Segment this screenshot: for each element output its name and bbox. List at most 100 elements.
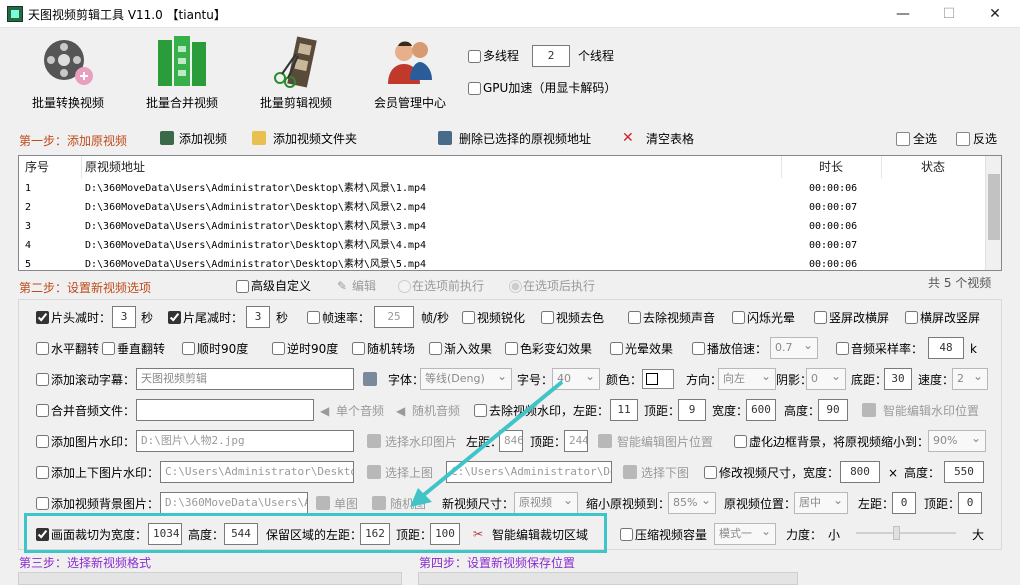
col-duration[interactable]: 时长: [819, 156, 843, 178]
speed2-select[interactable]: 2: [952, 368, 988, 390]
size-select[interactable]: 40: [552, 368, 600, 390]
single-img-button[interactable]: 单图: [334, 497, 358, 511]
color-effect-checkbox[interactable]: [505, 342, 518, 355]
rot90ccw-checkbox[interactable]: [272, 342, 285, 355]
tail-cut-input[interactable]: 3: [246, 306, 270, 328]
new-size-select[interactable]: 原视频: [514, 492, 578, 514]
select-all-button[interactable]: 全选: [913, 132, 937, 146]
mute-checkbox[interactable]: [628, 311, 641, 324]
merge-audio-checkbox[interactable]: [36, 404, 49, 417]
samplerate-input[interactable]: 48: [928, 337, 964, 359]
tail-cut-checkbox[interactable]: [168, 311, 181, 324]
shrink-select[interactable]: 85%: [668, 492, 716, 514]
bg-path-input[interactable]: D:\360MoveData\Users\Adm: [160, 492, 308, 514]
decolor-checkbox[interactable]: [541, 311, 554, 324]
tb-wm-checkbox[interactable]: [36, 466, 49, 479]
strength-slider[interactable]: [856, 526, 956, 540]
fps-input[interactable]: 25: [374, 306, 414, 328]
single-audio-button[interactable]: 单个音频: [336, 404, 384, 418]
table-row[interactable]: 5 D:\360MoveData\Users\Administrator\Desk…: [19, 255, 987, 270]
hflip-checkbox[interactable]: [36, 342, 49, 355]
wm-width-input[interactable]: 600: [746, 399, 776, 421]
shadow-select[interactable]: 0: [806, 368, 846, 390]
fps-checkbox[interactable]: [307, 311, 320, 324]
multithread-checkbox[interactable]: [468, 50, 481, 63]
table-row[interactable]: 1 D:\360MoveData\Users\Administrator\Desk…: [19, 179, 987, 198]
head-cut-checkbox[interactable]: [36, 311, 49, 324]
random-img-button[interactable]: 随机图: [390, 497, 426, 511]
green-blocks-icon[interactable]: [156, 34, 216, 90]
light-checkbox[interactable]: [610, 342, 623, 355]
delete-selected-button[interactable]: 删除已选择的原视频地址: [459, 132, 591, 146]
fade-checkbox[interactable]: [429, 342, 442, 355]
v2h-checkbox[interactable]: [814, 311, 827, 324]
img-path-input[interactable]: D:\图片\人物2.jpg: [136, 430, 354, 452]
img-wm-checkbox[interactable]: [36, 435, 49, 448]
gpu-checkbox[interactable]: [468, 82, 481, 95]
pos-left-input[interactable]: 0: [892, 492, 916, 514]
transition-checkbox[interactable]: [352, 342, 365, 355]
resize-height-input[interactable]: 550: [944, 461, 984, 483]
flash-checkbox[interactable]: [732, 311, 745, 324]
head-cut-input[interactable]: 3: [112, 306, 136, 328]
font-select[interactable]: 等线(Deng): [420, 368, 512, 390]
wm-height-input[interactable]: 90: [818, 399, 848, 421]
film-reel-icon[interactable]: [40, 34, 100, 90]
sharpen-checkbox[interactable]: [462, 311, 475, 324]
img-top-input[interactable]: 244: [564, 430, 588, 452]
scissors-film-icon[interactable]: [270, 34, 330, 90]
resize-checkbox[interactable]: [704, 466, 717, 479]
add-video-button[interactable]: 添加视频: [179, 132, 227, 146]
scroll-text-checkbox[interactable]: [36, 373, 49, 386]
advanced-checkbox[interactable]: [236, 280, 249, 293]
users-icon[interactable]: [384, 34, 444, 90]
compress-checkbox[interactable]: [620, 528, 633, 541]
table-row[interactable]: 2 D:\360MoveData\Users\Administrator\Desk…: [19, 198, 987, 217]
scrollbar-thumb[interactable]: [988, 174, 1000, 240]
after-radio[interactable]: [509, 280, 522, 293]
invert-button[interactable]: 反选: [973, 132, 997, 146]
h2v-checkbox[interactable]: [905, 311, 918, 324]
slider-thumb[interactable]: [893, 526, 901, 540]
remove-wm-checkbox[interactable]: [474, 404, 487, 417]
col-path[interactable]: 原视频地址: [85, 156, 145, 178]
top-img-input[interactable]: C:\Users\Administrator\Desktop\素: [160, 461, 354, 483]
video-list[interactable]: 序号 原视频地址 时长 状态 1 D:\360MoveData\Users\Adm…: [18, 155, 1002, 271]
table-row[interactable]: 3 D:\360MoveData\Users\Administrator\Desk…: [19, 217, 987, 236]
edit-button[interactable]: 编辑: [352, 279, 376, 293]
bottom-input[interactable]: 30: [884, 368, 912, 390]
pos-top-input[interactable]: 0: [958, 492, 982, 514]
speed-select[interactable]: 0.7: [770, 337, 818, 359]
maximize-button[interactable]: ☐: [926, 0, 972, 28]
wm-top-input[interactable]: 9: [678, 399, 706, 421]
audio-path-input[interactable]: [136, 399, 314, 421]
add-folder-button[interactable]: 添加视频文件夹: [273, 132, 357, 146]
col-status[interactable]: 状态: [921, 156, 945, 178]
thread-count-input[interactable]: 2: [532, 45, 570, 67]
choose-img-button[interactable]: 选择水印图片: [385, 435, 457, 449]
col-no[interactable]: 序号: [25, 156, 49, 178]
table-row[interactable]: 4 D:\360MoveData\Users\Administrator\Desk…: [19, 236, 987, 255]
bg-img-checkbox[interactable]: [36, 497, 49, 510]
random-audio-button[interactable]: 随机音频: [412, 404, 460, 418]
choose-bottom-button[interactable]: 选择下图: [641, 466, 689, 480]
position-select[interactable]: 居中: [794, 492, 848, 514]
scroll-text-input[interactable]: 天图视频剪辑: [136, 368, 354, 390]
blur-select[interactable]: 90%: [928, 430, 986, 452]
bottom-img-input[interactable]: C:\Users\Administrator\Desk: [446, 461, 612, 483]
blur-bg-checkbox[interactable]: [734, 435, 747, 448]
choose-top-button[interactable]: 选择上图: [385, 466, 433, 480]
vflip-checkbox[interactable]: [102, 342, 115, 355]
direction-select[interactable]: 向左: [718, 368, 776, 390]
minimize-button[interactable]: —: [880, 0, 926, 28]
list-scrollbar[interactable]: [985, 156, 1001, 270]
wm-left-input[interactable]: 11: [610, 399, 638, 421]
rot90cw-checkbox[interactable]: [182, 342, 195, 355]
speed-checkbox[interactable]: [692, 342, 705, 355]
before-radio[interactable]: [398, 280, 411, 293]
close-button[interactable]: ✕: [972, 0, 1018, 28]
mode-select[interactable]: 模式一: [714, 523, 776, 545]
smart-img-button[interactable]: 智能编辑图片位置: [617, 435, 713, 449]
clear-table-button[interactable]: 清空表格: [646, 132, 694, 146]
smart-wm-button[interactable]: 智能编辑水印位置: [883, 404, 979, 418]
